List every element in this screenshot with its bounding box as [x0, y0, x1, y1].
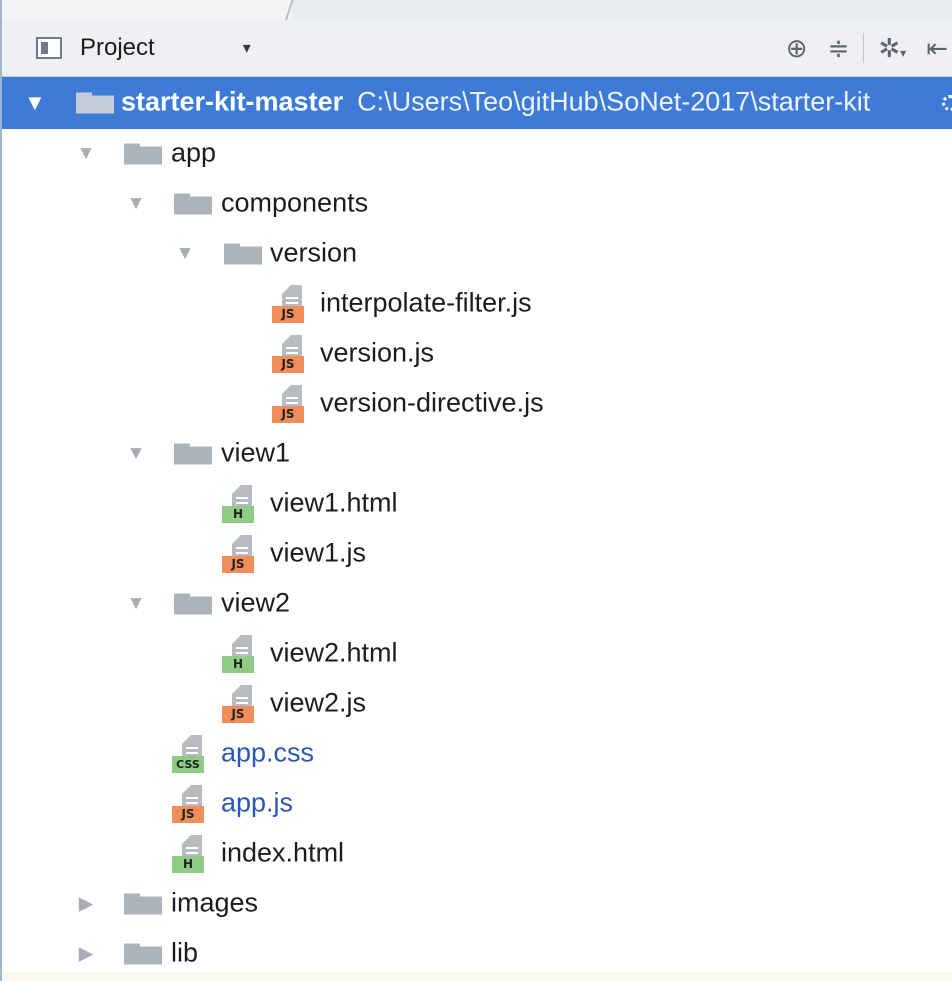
js-file-icon: JS	[272, 334, 312, 374]
tree-item-label: app.css	[221, 737, 315, 768]
collapse-arrow-icon[interactable]: ▶	[76, 943, 96, 966]
tree-item-label: view2.js	[270, 687, 367, 718]
folder-icon	[174, 593, 212, 615]
expand-arrow-icon[interactable]: ▼	[126, 443, 146, 465]
tree-item-label: view2.html	[270, 637, 398, 668]
tree-folder-app[interactable]: ▼ app	[2, 129, 952, 179]
tree-item-label: view1	[221, 437, 291, 468]
tree-item-label: index.html	[221, 837, 345, 868]
tree-item-label: version-directive.js	[320, 387, 544, 418]
tree-file-index-html[interactable]: H index.html	[2, 829, 952, 879]
tree-file-view1-js[interactable]: JS view1.js	[2, 529, 952, 579]
locate-icon[interactable]: ⊕	[786, 33, 808, 64]
expand-arrow-icon[interactable]: ▼	[126, 593, 146, 615]
project-tree: ▼ starter-kit-master C:\Users\Teo\gitHub\…	[2, 77, 952, 979]
folder-icon	[76, 92, 114, 114]
folder-icon	[124, 893, 162, 915]
tree-file-interpolate-filter-js[interactable]: JS interpolate-filter.js	[2, 279, 952, 329]
editor-tab-strip	[2, 0, 952, 22]
project-view-title[interactable]: Project	[80, 34, 155, 62]
tree-item-label: app	[171, 137, 217, 168]
root-label: starter-kit-master C:\Users\Teo\gitHub\So…	[121, 86, 870, 117]
tree-file-version-js[interactable]: JS version.js	[2, 329, 952, 379]
project-tool-window: Project ▾ ⊕ ≑ ✲▾ ⇤ ▼ starter-kit-master C…	[0, 0, 952, 981]
tree-folder-images[interactable]: ▶ images	[2, 879, 952, 929]
root-folder-name: starter-kit-master	[121, 86, 344, 117]
tree-item-label: view1.js	[270, 537, 367, 568]
folder-icon	[174, 193, 212, 215]
panel-bottom-edge	[2, 972, 952, 981]
js-file-icon: JS	[272, 284, 312, 324]
tree-item-label: version.js	[320, 337, 435, 368]
tree-folder-view2[interactable]: ▼ view2	[2, 579, 952, 629]
settings-icon[interactable]: ✲▾	[878, 33, 906, 64]
tree-item-label: images	[171, 887, 259, 918]
tree-folder-version[interactable]: ▼ version	[2, 229, 952, 279]
expand-arrow-icon[interactable]: ▼	[175, 243, 195, 265]
tree-file-view2-js[interactable]: JS view2.js	[2, 679, 952, 729]
folder-icon	[124, 943, 162, 965]
folder-icon	[224, 243, 262, 265]
tree-item-label: lib	[171, 937, 199, 968]
project-icon	[36, 37, 66, 59]
expand-arrow-icon[interactable]: ▼	[24, 90, 46, 116]
project-toolbar: Project ▾ ⊕ ≑ ✲▾ ⇤	[2, 20, 952, 77]
editor-tab[interactable]	[2, 0, 292, 21]
toolbar-actions: ⊕ ≑ ✲▾ ⇤	[776, 33, 952, 64]
tree-folder-components[interactable]: ▼ components	[2, 179, 952, 229]
tree-root-starter-kit-master[interactable]: ▼ starter-kit-master C:\Users\Teo\gitHub\…	[2, 77, 952, 129]
html-file-icon: H	[222, 634, 262, 674]
loading-spinner-icon	[942, 95, 952, 111]
tree-item-label: version	[270, 237, 358, 268]
html-file-icon: H	[172, 834, 212, 874]
root-folder-path: C:\Users\Teo\gitHub\SoNet-2017\starter-k…	[357, 86, 871, 117]
js-file-icon: JS	[222, 534, 262, 574]
tree-file-view2-html[interactable]: H view2.html	[2, 629, 952, 679]
view-selector-chevron-down-icon[interactable]: ▾	[243, 38, 251, 58]
tree-item-label: interpolate-filter.js	[320, 287, 532, 318]
folder-icon	[174, 443, 212, 465]
js-file-icon: JS	[172, 784, 212, 824]
hide-panel-icon[interactable]: ⇤	[926, 33, 948, 64]
css-file-icon: CSS	[172, 734, 212, 774]
tree-folder-view1[interactable]: ▼ view1	[2, 429, 952, 479]
tree-file-version-directive-js[interactable]: JS version-directive.js	[2, 379, 952, 429]
tree-item-label: components	[221, 187, 369, 218]
tree-file-app-css[interactable]: CSS app.css	[2, 729, 952, 779]
tree-file-app-js[interactable]: JS app.js	[2, 779, 952, 829]
toolbar-separator	[863, 33, 865, 63]
expand-arrow-icon[interactable]: ▼	[76, 143, 96, 165]
tree-file-view1-html[interactable]: H view1.html	[2, 479, 952, 529]
collapse-arrow-icon[interactable]: ▶	[76, 893, 96, 916]
js-file-icon: JS	[222, 684, 262, 724]
collapse-all-icon[interactable]: ≑	[828, 33, 850, 64]
folder-icon	[124, 143, 162, 165]
js-file-icon: JS	[272, 384, 312, 424]
tree-item-label: view1.html	[270, 487, 398, 518]
html-file-icon: H	[222, 484, 262, 524]
tree-item-label: app.js	[221, 787, 294, 818]
expand-arrow-icon[interactable]: ▼	[126, 193, 146, 215]
tree-item-label: view2	[221, 587, 291, 618]
